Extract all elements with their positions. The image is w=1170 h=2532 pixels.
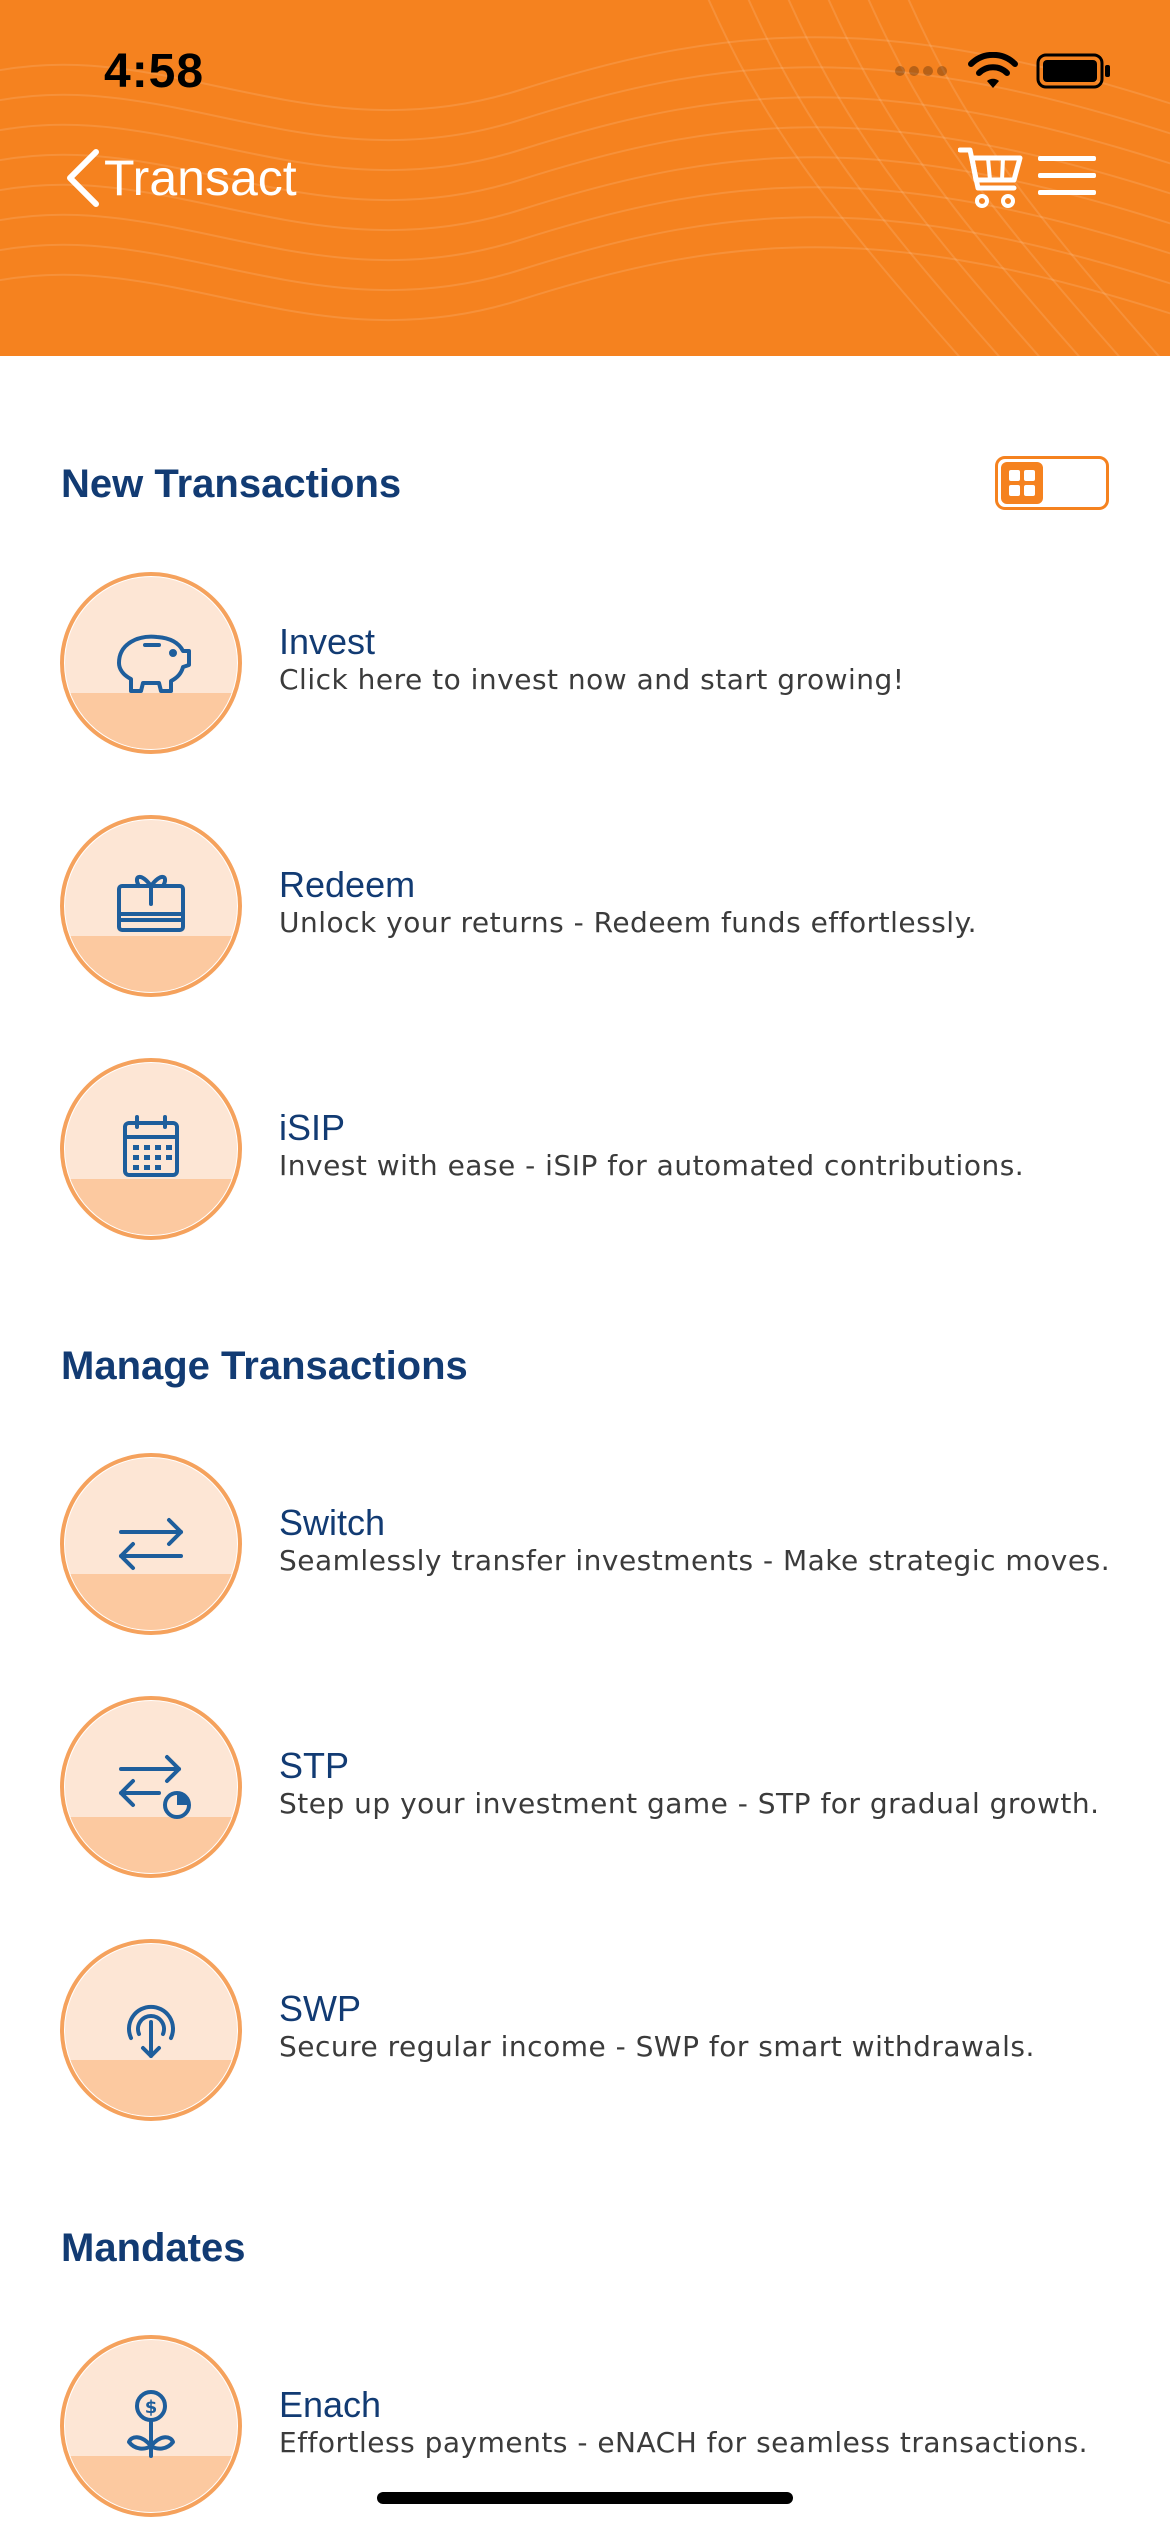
piggy-bank-icon xyxy=(60,572,242,754)
list-item-stp[interactable]: STP Step up your investment game - STP f… xyxy=(59,1695,1139,1879)
list-item-description: Secure regular income - SWP for smart wi… xyxy=(279,2030,1035,2063)
list-item-label: Invest xyxy=(279,621,376,662)
wifi-icon xyxy=(968,52,1018,88)
list-item-label: Redeem xyxy=(279,864,416,905)
list-item-swp[interactable]: SWP Secure regular income - SWP for smar… xyxy=(59,1938,1139,2122)
money-plant-icon: $ xyxy=(60,2335,242,2517)
cart-icon xyxy=(957,147,1023,208)
list-item-description: Step up your investment game - STP for g… xyxy=(279,1787,1100,1820)
section-title-new-transactions: New Transactions xyxy=(61,462,402,506)
chevron-left-icon xyxy=(67,149,99,207)
list-item-enach[interactable]: $ Enach Effortless payments - eNACH for … xyxy=(59,2334,1139,2518)
list-item-description: Unlock your returns - Redeem funds effor… xyxy=(279,906,978,939)
list-item-isip[interactable]: iSIP Invest with ease - iSIP for automat… xyxy=(59,1057,1139,1241)
list-item-description: Click here to invest now and start growi… xyxy=(279,663,905,696)
list-item-label: SWP xyxy=(279,1988,362,2029)
list-item-switch[interactable]: Switch Seamlessly transfer investments -… xyxy=(59,1452,1139,1636)
page-title: Transact xyxy=(104,150,297,206)
list-item-description: Invest with ease - iSIP for automated co… xyxy=(279,1149,1025,1182)
swap-arrows-icon xyxy=(60,1453,242,1635)
calendar-icon xyxy=(60,1058,242,1240)
cellular-signal-icon xyxy=(895,66,947,76)
back-button[interactable]: Transact xyxy=(62,148,297,208)
list-item-description: Effortless payments - eNACH for seamless… xyxy=(279,2426,1089,2459)
view-toggle-button[interactable] xyxy=(995,456,1109,510)
list-item-label: iSIP xyxy=(279,1107,346,1148)
home-indicator[interactable] xyxy=(377,2492,793,2504)
battery-icon xyxy=(1036,53,1110,89)
list-item-invest[interactable]: Invest Click here to invest now and star… xyxy=(59,571,1139,755)
list-item-description: Seamlessly transfer investments - Make s… xyxy=(279,1544,1111,1577)
section-title-mandates: Mandates xyxy=(61,2226,246,2270)
list-item-label: Enach xyxy=(279,2384,382,2425)
cart-button[interactable] xyxy=(957,146,1024,215)
withdraw-icon xyxy=(60,1939,242,2121)
section-title-manage-transactions: Manage Transactions xyxy=(61,1344,468,1388)
header-bar: 4:58 Transact xyxy=(0,0,1170,356)
menu-button[interactable] xyxy=(1036,154,1098,203)
grid-view-icon xyxy=(1001,462,1043,504)
transfer-clock-icon xyxy=(60,1696,242,1878)
gift-card-icon xyxy=(60,815,242,997)
list-item-redeem[interactable]: Redeem Unlock your returns - Redeem fund… xyxy=(59,814,1139,998)
status-bar-time: 4:58 xyxy=(104,45,205,98)
list-item-label: Switch xyxy=(279,1502,386,1543)
status-bar-indicators xyxy=(894,52,1112,90)
svg-text:$: $ xyxy=(145,2397,158,2418)
hamburger-menu-icon xyxy=(1038,156,1096,195)
list-item-label: STP xyxy=(279,1745,350,1786)
